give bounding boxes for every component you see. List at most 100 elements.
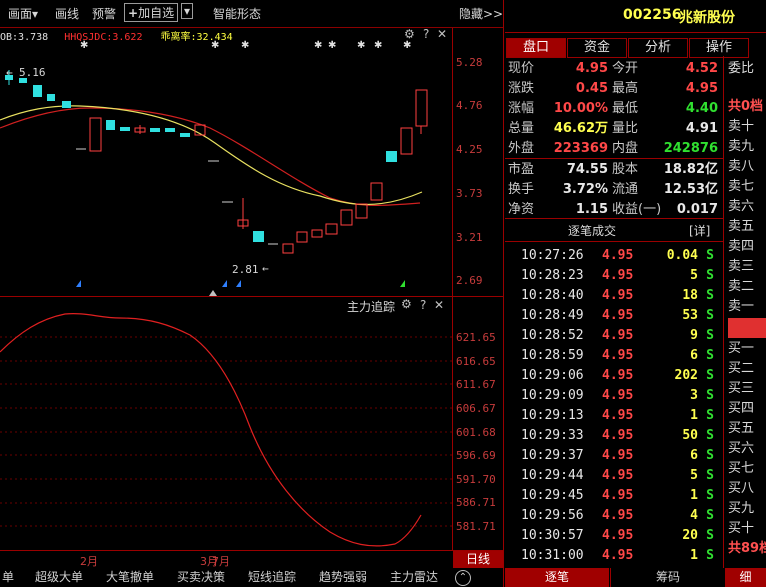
tab-trade-decision[interactable]: 买卖决策	[177, 568, 225, 587]
trade-side: S	[706, 328, 714, 343]
quote-label: 量比	[612, 121, 639, 136]
ask-level[interactable]: 卖一	[728, 297, 766, 317]
bid-level[interactable]: 买八	[728, 479, 766, 499]
ask-level[interactable]: 卖六	[728, 197, 766, 217]
quote-value: 46.62万	[553, 121, 608, 136]
trade-row: 10:30:57 4.95 20 S	[505, 526, 720, 546]
trade-side: S	[706, 428, 714, 443]
trade-price: 4.95	[602, 288, 634, 303]
quote-value: 1.15	[575, 202, 608, 217]
candle	[106, 120, 115, 130]
ask-level[interactable]: 卖四	[728, 237, 766, 257]
ask-level[interactable]: 卖九	[728, 137, 766, 157]
hide-panel-button[interactable]: 隐藏>>	[459, 5, 503, 22]
tab-tick-by-tick[interactable]: 逐笔	[505, 568, 609, 587]
tab-super-large-order[interactable]: 超级大单	[35, 568, 83, 587]
quote-label: 外盘	[508, 141, 535, 156]
low-marker: ←	[262, 262, 269, 275]
trade-volume: 202	[674, 368, 698, 383]
time-axis-border	[0, 550, 503, 551]
trade-time: 10:31:00	[521, 548, 584, 563]
quote-value: 4.95	[575, 61, 608, 76]
tab-orderbook[interactable]: 盘口	[506, 38, 566, 58]
main-force-tracking-chart[interactable]	[0, 297, 452, 550]
bid-total-levels[interactable]: 共89档	[728, 539, 766, 559]
bid-level[interactable]: 买一	[728, 339, 766, 359]
tab-trend-strength[interactable]: 趋势强弱	[319, 568, 367, 587]
bid-level[interactable]: 买四	[728, 399, 766, 419]
trade-volume: 50	[682, 428, 698, 443]
candle	[386, 151, 397, 162]
ask-level[interactable]: 卖七	[728, 177, 766, 197]
bid-level[interactable]: 买五	[728, 419, 766, 439]
trade-volume: 1	[690, 548, 698, 563]
trade-price: 4.95	[602, 448, 634, 463]
quote-row: 现价 4.95 今开 4.52	[508, 59, 722, 79]
price-tick: 3.21	[456, 231, 483, 244]
ask-level[interactable]: 卖十	[728, 117, 766, 137]
bid-level[interactable]: 买九	[728, 499, 766, 519]
period-button[interactable]: 日线	[453, 551, 503, 568]
ask-level[interactable]: 卖五	[728, 217, 766, 237]
candle	[89, 117, 102, 152]
trades-detail-button[interactable]: [详]	[689, 222, 710, 239]
trade-side: S	[706, 408, 714, 423]
tab-bar-scroll-up-icon[interactable]: ⌃	[455, 570, 471, 586]
add-favorite-button[interactable]: +加自选	[124, 3, 179, 22]
sub-axis-tick: 596.69	[456, 449, 496, 462]
quote-label: 净资	[508, 202, 535, 217]
quote-label: 收益(一)	[612, 202, 662, 217]
trade-row: 10:29:13 4.95 1 S	[505, 406, 720, 426]
bid-level[interactable]: 买十	[728, 519, 766, 539]
ask-total-levels[interactable]: 共0档	[728, 97, 766, 117]
order-ratio-label[interactable]: 委比	[728, 59, 766, 79]
add-favorite-dropdown[interactable]: ▾	[181, 3, 194, 19]
tab-single[interactable]: 单	[2, 568, 14, 587]
trade-row: 10:29:56 4.95 4 S	[505, 506, 720, 526]
candlestick-chart[interactable]: ← ←	[0, 28, 452, 296]
trade-price: 4.95	[602, 488, 634, 503]
trade-side: S	[706, 348, 714, 363]
bid-level[interactable]: 买六	[728, 439, 766, 459]
price-tick: 2.69	[456, 274, 483, 287]
trade-row: 10:28:40 4.95 18 S	[505, 286, 720, 306]
draw-menu-button[interactable]: 画面▾	[8, 5, 38, 22]
tab-short-term-track[interactable]: 短线追踪	[248, 568, 296, 587]
trade-row: 10:29:09 4.95 3 S	[505, 386, 720, 406]
draw-lines-button[interactable]: 画线	[55, 5, 79, 22]
alert-button[interactable]: 预警	[92, 5, 116, 22]
bid-level[interactable]: 买七	[728, 459, 766, 479]
ask-level[interactable]: 卖八	[728, 157, 766, 177]
smart-pattern-button[interactable]: 智能形态	[213, 5, 261, 22]
trade-price: 4.95	[602, 468, 634, 483]
trade-side: S	[706, 368, 714, 383]
trade-price: 4.95	[602, 248, 634, 263]
candle	[415, 89, 428, 127]
ask-level[interactable]: 卖二	[728, 277, 766, 297]
tab-operate[interactable]: 操作	[689, 38, 749, 58]
current-price-bar[interactable]	[728, 318, 766, 338]
tab-chips[interactable]: 筹码	[610, 568, 725, 587]
quote-label: 涨跌	[508, 81, 535, 96]
candle	[340, 209, 353, 226]
tab-funds[interactable]: 资金	[567, 38, 627, 58]
quote-label: 市盈	[508, 162, 535, 177]
sub-axis-tick: 586.71	[456, 496, 496, 509]
candle	[370, 182, 383, 201]
tab-large-cancel[interactable]: 大笔撤单	[106, 568, 154, 587]
ask-level[interactable]: 卖三	[728, 257, 766, 277]
bid-level[interactable]: 买二	[728, 359, 766, 379]
tab-main-force-radar[interactable]: 主力雷达	[390, 568, 438, 587]
candle	[355, 203, 368, 219]
bid-level[interactable]: 买三	[728, 379, 766, 399]
ma-yellow-line	[0, 105, 423, 206]
chart-toolbar: 画面▾ 画线 预警 +加自选 ▾ 智能形态 隐藏>>	[0, 0, 503, 28]
trades-header: 逐笔成交 [详]	[505, 218, 723, 242]
tab-detail[interactable]: 细	[725, 568, 766, 587]
signal-triangle-icon	[400, 280, 405, 287]
trade-time: 10:29:06	[521, 368, 584, 383]
price-tick: 4.25	[456, 143, 483, 156]
trade-side: S	[706, 548, 714, 563]
tab-analysis[interactable]: 分析	[628, 38, 688, 58]
quote-row: 涨幅 10.00% 最低 4.40	[508, 99, 722, 119]
